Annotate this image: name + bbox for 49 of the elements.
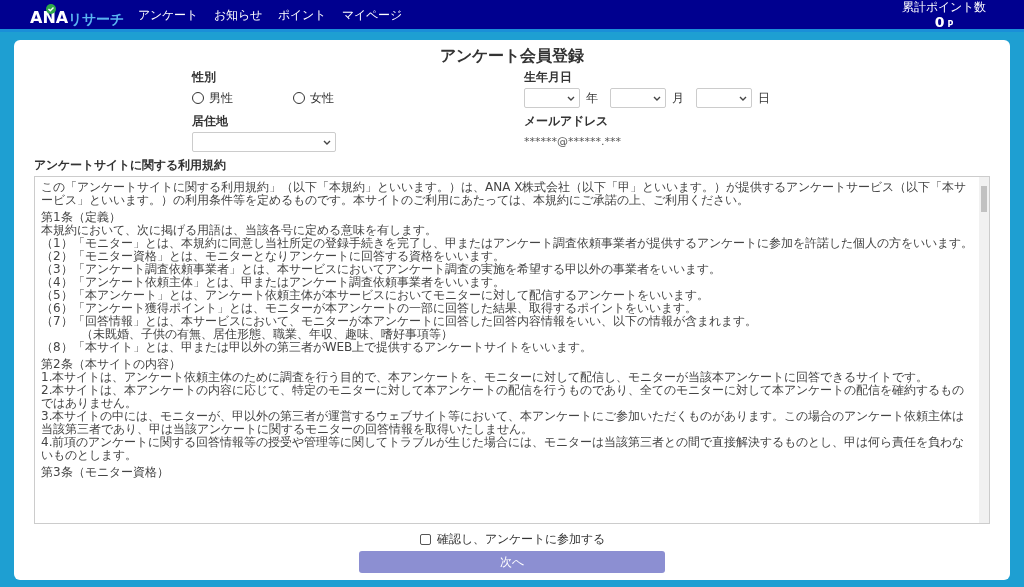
email-value: ******@******.*** [524, 134, 622, 150]
page-title: アンケート会員登録 [439, 46, 585, 66]
unit-label: 年 [586, 90, 599, 107]
consent-checkbox[interactable]: 確認し、アンケートに参加する [419, 532, 605, 546]
terms-intro: この「アンケートサイトに関する利用規約」（以下「本規約」といいます。）は、ANA X株式会社（以下「甲」といいます。）が提供するアンケートサービス（以下「本サービス」といいます。）の利用条件等を定めるものです。本サイトのご利用にあたっては、本規約にご承諾の上、ご利用ください。 [41, 181, 968, 207]
points-label: 累計ポイント数 [902, 0, 986, 13]
radio-option[interactable]: 女性 [293, 88, 394, 108]
field-label: メールアドレス [524, 114, 609, 128]
terms-text: （5）「本アンケート」とは、アンケート依頼主体が本サービスにおいてモニターに対して配信するアンケートをいいます。 [41, 289, 710, 302]
nav-link[interactable]: ポイント [278, 5, 327, 24]
section-heading: 第1条（定義） [41, 211, 122, 224]
field-label: 生年月日 [524, 70, 573, 84]
section-heading: 第2条（本サイトの内容） [41, 358, 182, 371]
section-heading: 第3条（モニター資格） [41, 466, 170, 479]
nav-link[interactable]: マイページ [342, 5, 403, 24]
radio-option[interactable]: 男性 [192, 88, 293, 108]
points-unit: P [947, 20, 954, 29]
nav-link[interactable]: アンケート [138, 5, 199, 24]
terms-text: 1.本サイトは、アンケート依頼主体のために調査を行う目的で、本アンケートを、モニターに対して配信し、モニターが当該本アンケートに回答できるサイトです。 [41, 371, 930, 384]
chevron-down-icon [323, 139, 331, 145]
nav-link[interactable]: お知らせ [214, 5, 263, 24]
terms-text: （3）「アンケート調査依頼事業者」とは、本サービスにおいてアンケート調査の実施を希望する甲以外の事業者をいいます。 [41, 263, 722, 276]
terms-text: （2）「モニター資格」とは、モニターとなりアンケートに回答する資格をいいます。 [41, 250, 506, 263]
scrollbar[interactable] [979, 177, 989, 523]
unit-label: 日 [758, 90, 771, 107]
logo-text: ANA [30, 9, 69, 26]
select-field[interactable] [696, 88, 752, 108]
chevron-down-icon [739, 95, 747, 101]
select-field[interactable] [524, 88, 580, 108]
terms-heading: アンケートサイトに関する利用規約 [34, 158, 227, 172]
field-label: 性別 [192, 70, 217, 84]
chevron-down-icon [567, 95, 575, 101]
terms-text: 3.本サイトの中には、モニターが、甲以外の第三者が運営するウェブサイト等において、本アンケートにご参加いただくものがあります。この場合のアンケート依頼主体は当該第三者であり、甲は当該アンケートに関するモニターの回答情報を取得いたしません。 [41, 410, 966, 436]
terms-text: 2.本サイトは、本アンケートの内容に応じて、特定のモニターに対して本アンケートの配信を行うものであり、全てのモニターに対して本アンケートの配信を確約するものではありません。 [41, 384, 966, 410]
terms-text: （1）「モニター」とは、本規約に同意し当社所定の登録手続きを完了し、甲またはアンケート調査依頼事業者が提供するアンケートに参加を許諾した個人の方をいいます。 [41, 237, 973, 250]
unit-label: 月 [672, 90, 685, 107]
terms-text: 本規約において、次に掲げる用語は、当該各号に定める意味を有します。 [41, 224, 438, 237]
select-field[interactable] [610, 88, 666, 108]
terms-text: （4）「アンケート依頼主体」とは、甲またはアンケート調査依頼事業者をいいます。 [41, 276, 505, 289]
terms-text: （8）「本サイト」とは、甲または甲以外の第三者がWEB上で提供するアンケートサイトをいいます。 [41, 341, 594, 354]
terms-text: （未既婚、子供の有無、居住形態、職業、年収、趣味、嗜好事項等） [79, 328, 453, 341]
field-label: 居住地 [192, 114, 229, 128]
select-field[interactable] [192, 132, 336, 152]
terms-text: （6）「アンケート獲得ポイント」とは、モニターが本アンケートの一部に回答した結果、取得するポイントをいいます。 [41, 302, 698, 315]
points-value: 0 [934, 14, 945, 29]
terms-text: （7）「回答情報」とは、本サービスにおいて、モニターが本アンケートに回答した回答内容情報をいい、以下の情報が含まれます。 [41, 315, 758, 328]
terms-text: 4.前項のアンケートに関する回答情報等の授受や管理等に関してトラブルが生じた場合には、モニターは当該第三者との間で直接解決するものとし、甲は何ら責任を負わないものとします。 [41, 436, 966, 462]
logo-text: リサーチ [68, 11, 125, 26]
chevron-down-icon [653, 95, 661, 101]
